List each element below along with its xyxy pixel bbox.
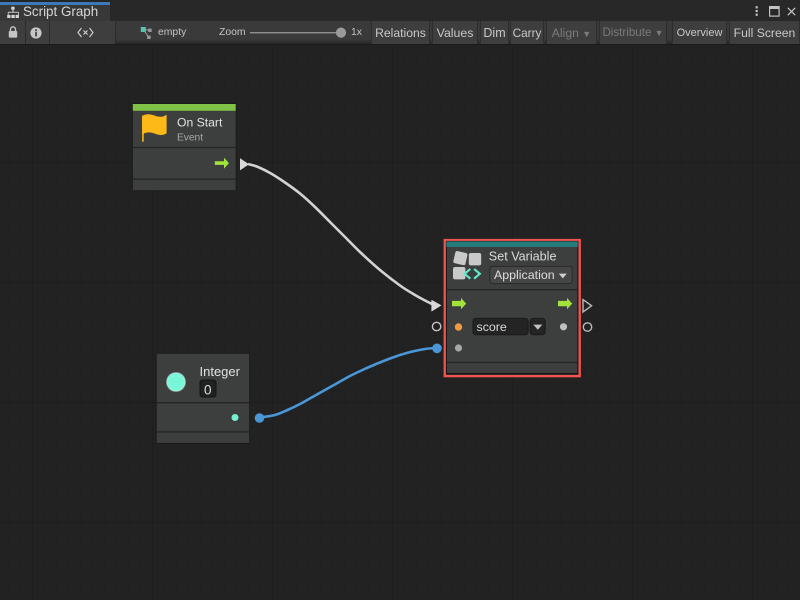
svg-text:Event: Event: [177, 132, 203, 143]
svg-text:score: score: [477, 320, 507, 334]
svg-text:Integer: Integer: [200, 364, 241, 379]
svg-text:0: 0: [204, 382, 212, 397]
svg-text:Set Variable: Set Variable: [489, 250, 557, 264]
svg-text:Application: Application: [494, 268, 555, 282]
svg-text:On Start: On Start: [177, 115, 223, 129]
